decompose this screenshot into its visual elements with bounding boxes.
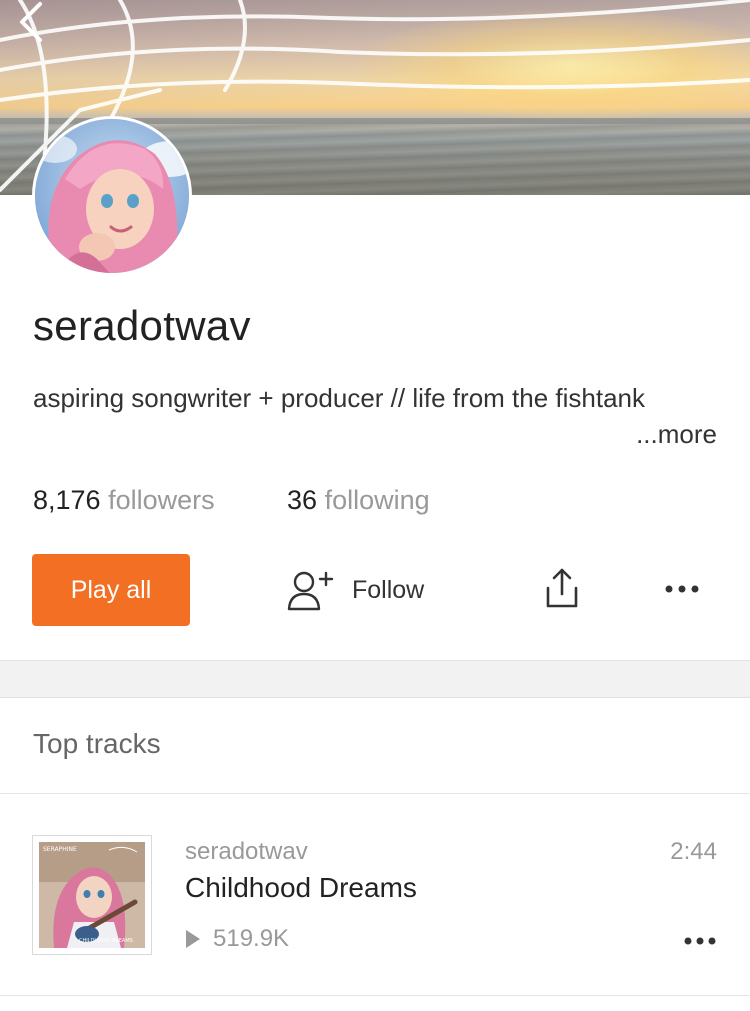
share-icon <box>546 568 578 608</box>
following-stat[interactable]: 36 following <box>287 485 430 516</box>
follow-button[interactable]: Follow <box>286 562 424 618</box>
divider <box>0 995 750 996</box>
avatar-illustration <box>35 119 189 273</box>
track-play-count: 519.9K <box>185 925 289 953</box>
chevron-left-icon <box>20 2 42 42</box>
cover-illustration <box>39 842 145 948</box>
followers-label: followers <box>108 485 215 515</box>
track-artwork[interactable]: SERAPHINE CHILDHOOD DREAMS <box>32 835 152 955</box>
profile-bio: aspiring songwriter + producer // life f… <box>33 383 646 413</box>
followers-count: 8,176 <box>33 485 101 515</box>
play-triangle-icon <box>186 930 200 948</box>
following-label: following <box>324 485 430 515</box>
track-duration: 2:44 <box>670 838 717 865</box>
cover-top-text: SERAPHINE <box>43 846 77 853</box>
cover-bottom-text: CHILDHOOD DREAMS <box>79 938 133 944</box>
track-plays-value: 519.9K <box>213 925 290 952</box>
back-button[interactable] <box>12 0 52 46</box>
followers-stat[interactable]: 8,176 followers <box>33 485 215 516</box>
track-cover: SERAPHINE CHILDHOOD DREAMS <box>39 842 145 948</box>
bio-more-link[interactable]: ...more <box>636 416 717 452</box>
follow-label: Follow <box>352 575 425 604</box>
play-all-button[interactable]: Play all <box>32 554 190 626</box>
profile-avatar <box>32 116 192 276</box>
more-horizontal-icon <box>665 585 699 593</box>
more-horizontal-icon <box>684 937 716 945</box>
track-title[interactable]: Childhood Dreams <box>185 872 417 904</box>
add-user-icon <box>287 571 334 611</box>
share-button[interactable] <box>542 566 582 612</box>
more-options-button[interactable] <box>660 574 704 604</box>
track-more-button[interactable] <box>680 930 720 952</box>
following-count: 36 <box>287 485 318 515</box>
section-separator <box>0 660 750 698</box>
profile-username: seradotwav <box>33 302 251 349</box>
top-tracks-heading: Top tracks <box>33 728 161 759</box>
divider <box>0 793 750 794</box>
track-artist[interactable]: seradotwav <box>185 838 308 866</box>
